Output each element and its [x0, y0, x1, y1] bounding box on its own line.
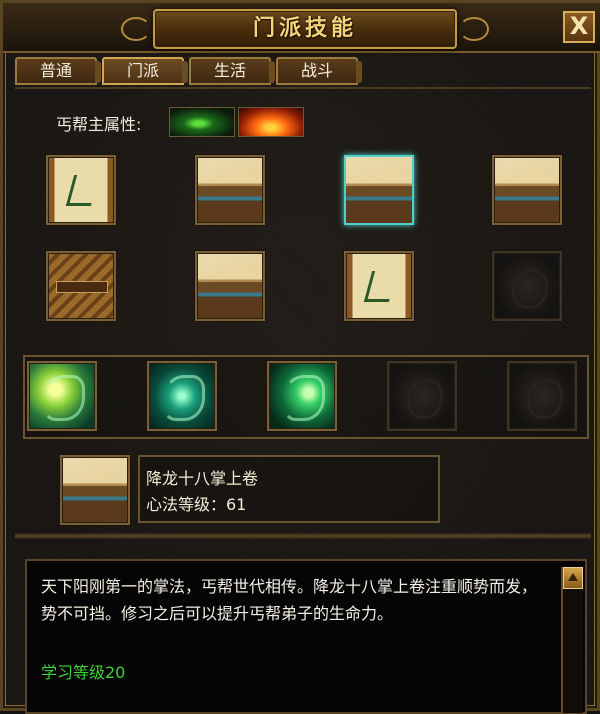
poison-attribute-icon — [169, 107, 235, 137]
skills-window: 门派技能 X 普通 门派 生活 战斗 丐帮主属性: 降龙十八掌上卷 心法等级：6… — [0, 0, 600, 714]
bamboo-bundle-icon[interactable] — [46, 251, 116, 321]
open-book-icon[interactable] — [195, 251, 265, 321]
fire-attribute-icon — [238, 107, 304, 137]
skill-description-panel: 天下阳刚第一的掌法，丐帮世代相传。降龙十八掌上卷注重顺势而发，势不可挡。修习之后… — [25, 559, 587, 714]
title-bar[interactable]: 门派技能 X — [3, 3, 600, 53]
title-plate: 门派技能 — [121, 9, 489, 49]
scroll-icon[interactable] — [46, 155, 116, 225]
selected-skill-level: 心法等级：61 — [146, 495, 247, 514]
empty-slot[interactable] — [387, 361, 457, 431]
main-attribute-label: 丐帮主属性: — [56, 115, 142, 134]
open-book-icon[interactable] — [344, 155, 414, 225]
empty-slot[interactable] — [492, 251, 562, 321]
section-divider — [15, 533, 591, 539]
tab-combat[interactable]: 战斗 — [276, 57, 362, 85]
tab-divider — [15, 87, 591, 89]
selected-skill-name: 降龙十八掌上卷 — [146, 469, 259, 488]
learn-level-requirement: 学习等级20 — [41, 663, 126, 682]
book-pile-icon[interactable] — [492, 155, 562, 225]
description-scrollbar[interactable] — [561, 567, 583, 713]
window-title: 门派技能 — [252, 16, 357, 41]
selected-skill-icon — [60, 455, 130, 525]
tab-life[interactable]: 生活 — [189, 57, 275, 85]
scroll-icon[interactable] — [344, 251, 414, 321]
selected-skill-info: 降龙十八掌上卷 心法等级：61 — [138, 455, 440, 523]
dragon-head-icon[interactable] — [267, 361, 337, 431]
book-stack-icon[interactable] — [195, 155, 265, 225]
tab-normal[interactable]: 普通 — [15, 57, 101, 85]
serpent-dragon-icon[interactable] — [147, 361, 217, 431]
close-button[interactable]: X — [563, 11, 595, 43]
tab-sect[interactable]: 门派 — [102, 57, 188, 85]
empty-slot[interactable] — [507, 361, 577, 431]
skill-description: 天下阳刚第一的掌法，丐帮世代相传。降龙十八掌上卷注重顺势而发，势不可挡。修习之后… — [41, 577, 538, 623]
scroll-up-arrow-icon[interactable] — [563, 567, 583, 589]
golden-dragon-icon[interactable] — [27, 361, 97, 431]
